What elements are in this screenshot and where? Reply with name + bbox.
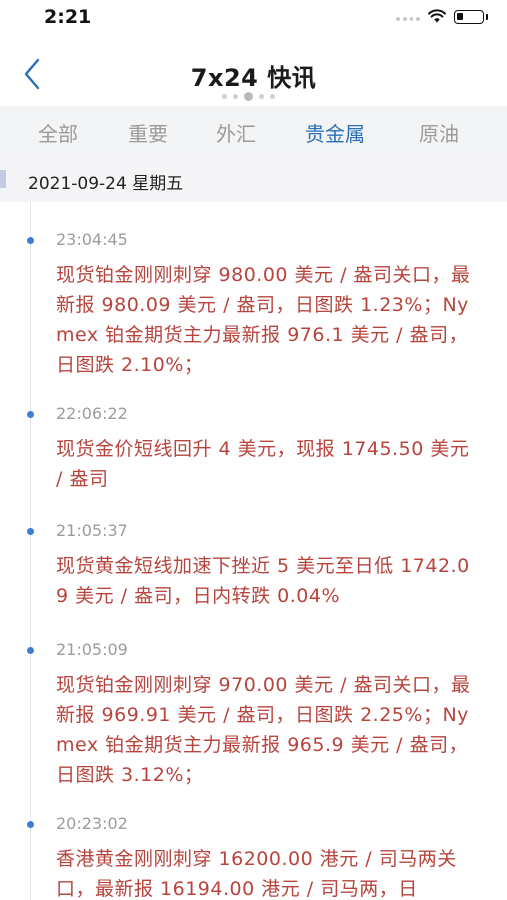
news-text: 现货铂金刚刚刺穿 980.00 美元 / 盎司关口，最新报 980.09 美元 … (56, 264, 471, 376)
date-header: 2021-09-24 星期五 (0, 156, 507, 202)
news-time: 22:06:22 (56, 404, 128, 423)
news-time: 23:04:45 (56, 230, 128, 249)
news-time: 21:05:09 (56, 640, 128, 659)
wifi-icon (428, 9, 446, 23)
timeline-dot-icon (27, 647, 34, 654)
category-tabs: 全部 重要 外汇 贵金属 原油 (0, 106, 507, 156)
news-time: 21:05:37 (56, 521, 128, 540)
date-marker (0, 170, 6, 188)
tab-precious-metals[interactable]: 贵金属 (305, 118, 365, 147)
news-time: 20:23:02 (56, 814, 128, 833)
battery-icon (454, 10, 484, 24)
timeline-dot-icon (27, 528, 34, 535)
status-bar: 2:21 (0, 0, 507, 34)
news-text: 现货黄金短线加速下挫近 5 美元至日低 1742.09 美元 / 盎司，日内转跌… (56, 555, 470, 607)
page-title: 7x24 快讯 (190, 64, 317, 92)
timeline-dot-icon (27, 237, 34, 244)
cellular-signal-icon (396, 17, 420, 23)
news-text: 现货金价短线回升 4 美元，现报 1745.50 美元 / 盎司 (56, 438, 470, 490)
timeline-line (30, 202, 31, 900)
timeline-dot-icon (27, 821, 34, 828)
news-text: 现货铂金刚刚刺穿 970.00 美元 / 盎司关口，最新报 969.91 美元 … (56, 674, 471, 786)
tab-all[interactable]: 全部 (38, 118, 78, 147)
tab-important[interactable]: 重要 (128, 118, 168, 147)
page-indicator (222, 92, 275, 101)
tab-crude-oil[interactable]: 原油 (419, 118, 459, 147)
news-text: 香港黄金刚刚刺穿 16200.00 港元 / 司马两关口，最新报 16194.0… (56, 848, 457, 900)
date-text: 2021-09-24 星期五 (28, 174, 184, 194)
timeline-dot-icon (27, 411, 34, 418)
news-timeline: 23:04:45 现货铂金刚刚刺穿 980.00 美元 / 盎司关口，最新报 9… (0, 202, 507, 900)
battery-cap (486, 14, 488, 20)
tab-forex[interactable]: 外汇 (216, 118, 256, 147)
status-time: 2:21 (44, 6, 92, 28)
nav-bar: 7x24 快讯 (0, 34, 507, 106)
